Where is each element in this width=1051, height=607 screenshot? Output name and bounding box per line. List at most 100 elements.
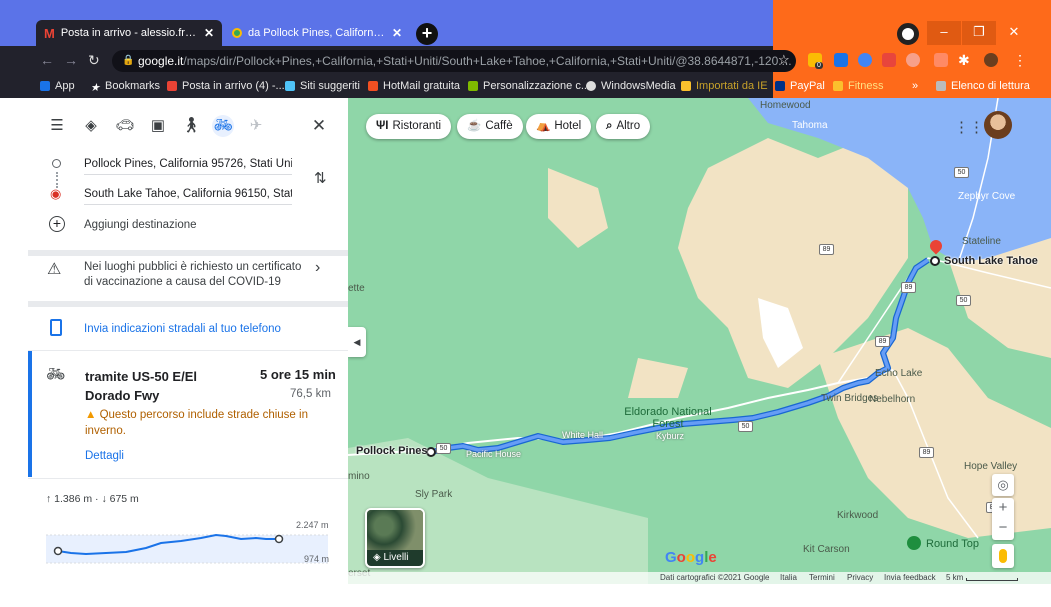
- travel-modes: ☰ ◈ 🚗︎ ▣ 🚶︎ 🚲︎ ✈ ✕: [28, 98, 348, 148]
- zoom-in-button[interactable]: +: [992, 498, 1014, 518]
- lock-icon: 🔒: [122, 55, 135, 66]
- extension-icon[interactable]: [834, 53, 848, 67]
- collapse-panel-button[interactable]: ◀: [348, 327, 366, 357]
- place-label: Tahoma: [792, 120, 828, 131]
- add-destination[interactable]: Aggiungi destinazione: [84, 219, 197, 231]
- menu-icon[interactable]: ☰: [46, 115, 68, 137]
- layers-button[interactable]: ◈ Livelli: [365, 508, 425, 568]
- tab-close-icon[interactable]: ✕: [392, 26, 402, 40]
- bookmark-folder-ie[interactable]: Importati da IE: [681, 80, 768, 92]
- extension-icon[interactable]: [858, 53, 872, 67]
- divider: [28, 478, 348, 479]
- bookmarks-bar: App ★ Bookmarks Posta in arrivo (4) -... …: [0, 76, 1051, 98]
- zoom-out-button[interactable]: −: [992, 518, 1014, 538]
- back-arrow-icon[interactable]: ←: [40, 52, 54, 68]
- bookmarks-overflow[interactable]: »: [912, 80, 918, 92]
- facebook-icon[interactable]: [934, 53, 948, 67]
- restore-button[interactable]: ❐: [962, 21, 996, 45]
- destination-input[interactable]: South Lake Tahoe, California 96150, Stat…: [84, 188, 292, 205]
- privacy-link[interactable]: Privacy: [847, 573, 873, 582]
- bookmark-paypal[interactable]: PayPal: [775, 80, 825, 92]
- origin-input[interactable]: Pollock Pines, California 95726, Stati U…: [84, 158, 292, 175]
- street-view-pegman-icon[interactable]: [992, 544, 1014, 568]
- transit-icon[interactable]: ▣: [147, 115, 169, 137]
- url-host: google.it: [138, 54, 184, 68]
- profile-icon[interactable]: [897, 23, 919, 45]
- bookmark-folder-fitness[interactable]: Fitness: [833, 80, 883, 92]
- place-label: Nebelhorn: [869, 394, 916, 405]
- pegman-body: [999, 549, 1007, 563]
- add-icon[interactable]: +: [49, 216, 65, 232]
- minimize-button[interactable]: –: [927, 21, 961, 45]
- route-option[interactable]: 🚲︎ tramite US-50 E/El Dorado Fwy 5 ore 1…: [28, 351, 348, 477]
- tab-google-maps[interactable]: da Pollock Pines, California, Stati ✕: [224, 20, 410, 46]
- puzzle-extensions-icon[interactable]: ✱: [958, 52, 970, 69]
- chip-hotels[interactable]: ⛺ Hotel: [526, 114, 592, 139]
- forward-arrow-icon[interactable]: →: [64, 52, 78, 68]
- bookmark-windowsmedia[interactable]: WindowsMedia: [586, 80, 676, 92]
- elevation-max-label: 2.247 m: [296, 520, 329, 530]
- scale-label[interactable]: 5 km: [946, 573, 963, 582]
- highway-shield: 89: [919, 447, 934, 458]
- send-to-phone-link[interactable]: Invia indicazioni stradali al tuo telefo…: [84, 323, 281, 335]
- reload-icon[interactable]: ↻: [88, 52, 100, 69]
- chip-cafes[interactable]: ☕ Caffè: [457, 114, 523, 139]
- bookmark-custom[interactable]: Personalizzazione c...: [468, 80, 590, 92]
- elevation-chart: [46, 533, 328, 564]
- route-duration: 5 ore 15 min: [260, 367, 336, 382]
- origin-circle-icon: [52, 159, 61, 168]
- chevron-right-icon[interactable]: ›: [315, 259, 320, 277]
- details-link[interactable]: Dettagli: [85, 450, 124, 462]
- my-location-icon[interactable]: ◎: [992, 474, 1014, 496]
- destination-label: South Lake Tahoe: [944, 255, 1038, 267]
- chip-more[interactable]: ⌕ Altro: [596, 114, 651, 139]
- send-to-phone[interactable]: Invia indicazioni stradali al tuo telefo…: [28, 314, 348, 350]
- swap-icon[interactable]: ⇅: [314, 169, 327, 187]
- place-label: Homewood: [760, 100, 811, 111]
- bookmark-app[interactable]: App: [40, 80, 75, 92]
- bookmark-hotmail[interactable]: HotMail gratuita: [368, 80, 460, 92]
- mountain-area: [548, 168, 608, 248]
- browser-toolbar: ← → ↻ 🔒 google.it/maps/dir/Pollock+Pines…: [0, 46, 1051, 76]
- walking-icon[interactable]: 🚶︎: [180, 115, 202, 137]
- tab-close-icon[interactable]: ✕: [204, 26, 214, 40]
- flight-icon[interactable]: ✈: [245, 115, 267, 137]
- route-distance: 76,5 km: [290, 388, 331, 400]
- pocket-icon[interactable]: [882, 53, 896, 67]
- best-route-icon[interactable]: ◈: [80, 115, 102, 137]
- bookmark-gmail[interactable]: Posta in arrivo (4) -...: [167, 80, 285, 92]
- google-maps-icon: [232, 28, 242, 38]
- map-canvas[interactable]: ΨΙ Ristoranti ☕ Caffè ⛺ Hotel ⌕ Altro ◀ ⋮⋮⋮ …: [348, 98, 1051, 584]
- hotel-icon: ⛺: [536, 120, 551, 132]
- mountain-peak-icon: [907, 536, 921, 550]
- car-icon[interactable]: 🚗︎: [114, 115, 136, 137]
- covid-notice[interactable]: ⚠ Nei luoghi pubblici è richiesto un cer…: [28, 256, 348, 302]
- destination-marker[interactable]: [930, 256, 940, 266]
- bookmark-folder[interactable]: ★ Bookmarks: [90, 80, 160, 94]
- terms-link[interactable]: Termini: [809, 573, 835, 582]
- country-link[interactable]: Italia: [780, 573, 797, 582]
- close-icon[interactable]: ✕: [308, 115, 330, 137]
- avatar[interactable]: [984, 53, 998, 67]
- bookmark-suggested[interactable]: Siti suggeriti: [285, 80, 360, 92]
- reading-list[interactable]: Elenco di lettura: [936, 80, 1030, 92]
- covid-notice-text: Nei luoghi pubblici è richiesto un certi…: [84, 261, 302, 288]
- highway-shield: 89: [875, 336, 890, 347]
- chip-restaurants[interactable]: ΨΙ Ristoranti: [366, 114, 452, 139]
- place-label: Zephyr Cove: [958, 191, 1016, 202]
- star-bookmark-icon[interactable]: ☆: [778, 52, 790, 68]
- bicycle-icon[interactable]: 🚲︎: [212, 115, 234, 137]
- highway-shield: 50: [738, 421, 753, 432]
- avatar[interactable]: [984, 111, 1012, 139]
- elevation-min-label: 974 m: [304, 554, 330, 564]
- kebab-menu-icon[interactable]: ⋮: [1013, 52, 1027, 69]
- apps-grid-icon: [40, 81, 50, 91]
- extension-icon[interactable]: [906, 53, 920, 67]
- tab-gmail[interactable]: M Posta in arrivo - alessio.fresco@ ✕: [36, 20, 222, 46]
- new-tab-button[interactable]: +: [416, 23, 438, 45]
- feedback-link[interactable]: Invia feedback: [884, 573, 936, 582]
- google-logo: Google: [665, 549, 717, 566]
- address-bar[interactable]: 🔒 google.it/maps/dir/Pollock+Pines,+Cali…: [112, 50, 796, 72]
- close-window-button[interactable]: ✕: [997, 21, 1031, 45]
- directions-panel: ☰ ◈ 🚗︎ ▣ 🚶︎ 🚲︎ ✈ ✕ ◉ Pollock Pines, Cali…: [28, 98, 348, 584]
